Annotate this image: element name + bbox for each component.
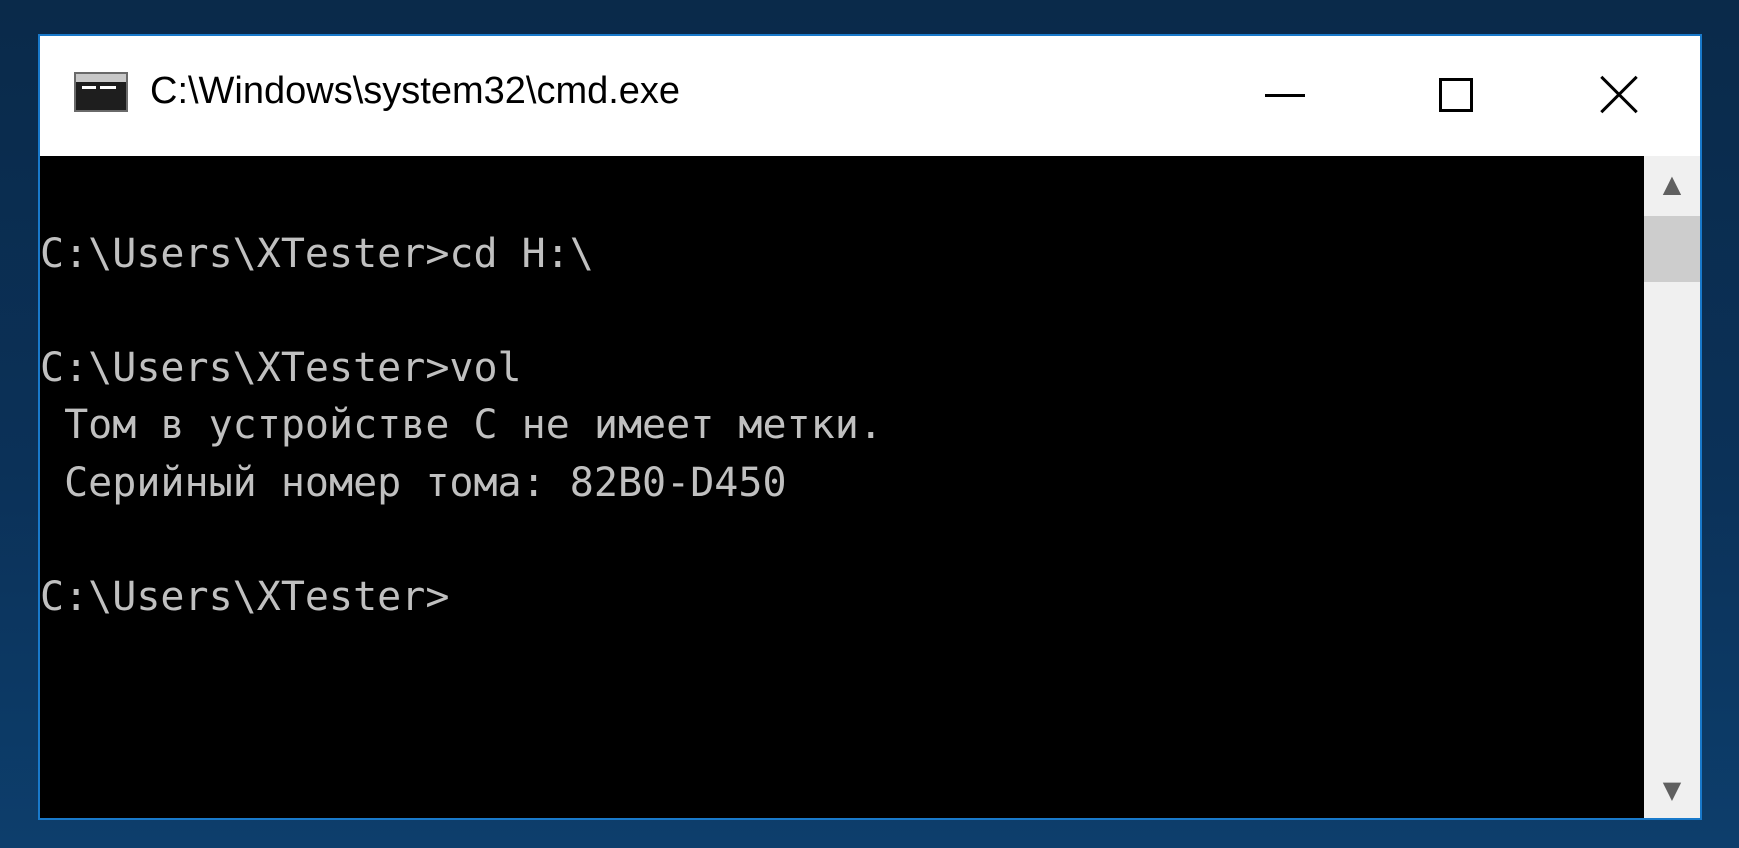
- maximize-button[interactable]: [1373, 36, 1543, 156]
- minimize-icon: [1265, 94, 1305, 97]
- maximize-icon: [1439, 78, 1473, 112]
- cmd-icon[interactable]: [74, 72, 128, 112]
- console-line: C:\Users\XTester>cd H:\: [40, 231, 594, 277]
- close-icon: [1600, 76, 1638, 114]
- minimize-button[interactable]: [1203, 36, 1373, 156]
- title-bar[interactable]: C:\Windows\system32\cmd.exe: [40, 36, 1700, 156]
- window-title: C:\Windows\system32\cmd.exe: [150, 70, 681, 112]
- vertical-scrollbar[interactable]: ▲ ▼: [1644, 156, 1700, 818]
- console-prompt: C:\Users\XTester>: [40, 574, 450, 620]
- scroll-thumb[interactable]: [1644, 216, 1700, 282]
- cmd-window: C:\Windows\system32\cmd.exe C:\Users\XTe…: [38, 34, 1702, 820]
- scroll-down-icon[interactable]: ▼: [1644, 762, 1700, 818]
- scroll-up-icon[interactable]: ▲: [1644, 156, 1700, 212]
- console-line: Серийный номер тома: 82B0-D450: [40, 460, 787, 506]
- console-output[interactable]: C:\Users\XTester>cd H:\ C:\Users\XTester…: [40, 156, 1644, 818]
- console-line: Том в устройстве C не имеет метки.: [40, 402, 883, 448]
- close-button[interactable]: [1533, 36, 1704, 156]
- console-line: C:\Users\XTester>vol: [40, 345, 522, 391]
